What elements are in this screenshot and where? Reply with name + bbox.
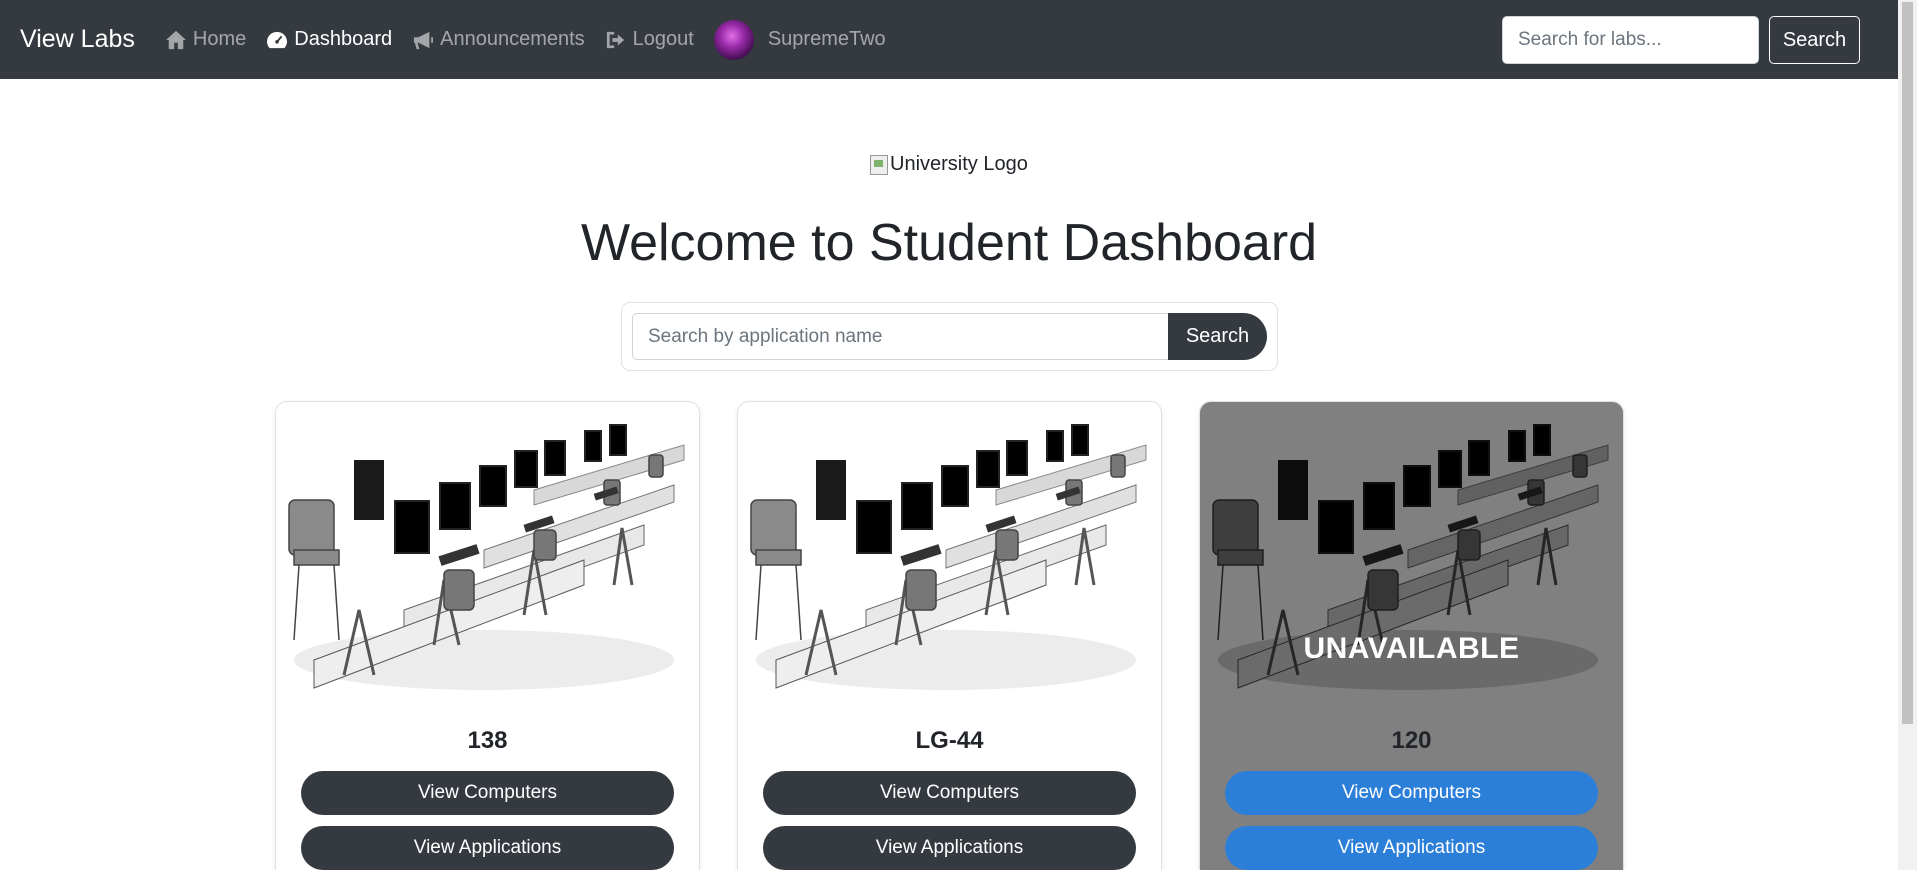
top-navbar: View Labs Home Dashboard Announcements L… bbox=[0, 0, 1898, 79]
lab-search-form: Search bbox=[1502, 16, 1860, 64]
home-icon bbox=[165, 30, 186, 49]
view-applications-button[interactable]: View Applications bbox=[301, 826, 674, 870]
brand-link[interactable]: View Labs bbox=[20, 25, 135, 54]
view-computers-button[interactable]: View Computers bbox=[1225, 771, 1598, 815]
dashboard-icon bbox=[267, 31, 288, 48]
page-scrollbar[interactable] bbox=[1898, 0, 1917, 870]
logo-alt-text: University Logo bbox=[890, 153, 1028, 175]
app-search-input[interactable] bbox=[632, 313, 1168, 360]
lab-name: 120 bbox=[1391, 727, 1432, 754]
lab-card-138: .c1 .scr{fill:#0a74e8} 138 View Computer… bbox=[275, 401, 700, 870]
lab-name: 138 bbox=[467, 727, 508, 754]
username[interactable]: SupremeTwo bbox=[768, 28, 886, 51]
nav-logout-label: Logout bbox=[632, 28, 694, 50]
app-search-form: Search bbox=[621, 302, 1278, 371]
nav-home-label: Home bbox=[192, 28, 247, 50]
lab-search-button[interactable]: Search bbox=[1769, 16, 1860, 64]
app-search-button[interactable]: Search bbox=[1168, 313, 1267, 360]
lab-name: LG-44 bbox=[915, 727, 984, 754]
lab-card-120: UNAVAILABLE 120 View Computers View Appl… bbox=[1199, 401, 1624, 870]
view-applications-button[interactable]: View Applications bbox=[1225, 826, 1598, 870]
broken-image-icon bbox=[870, 154, 888, 175]
scrollbar-thumb[interactable] bbox=[1902, 2, 1913, 724]
nav-announcements-label: Announcements bbox=[440, 28, 585, 50]
lab-image bbox=[749, 422, 1148, 692]
logout-icon bbox=[606, 31, 624, 48]
view-computers-button[interactable]: View Computers bbox=[763, 771, 1136, 815]
lab-image: .c1 .scr{fill:#0a74e8} bbox=[287, 422, 686, 692]
view-applications-button[interactable]: View Applications bbox=[763, 826, 1136, 870]
nav-logout[interactable]: Logout bbox=[605, 28, 694, 51]
nav-announcements[interactable]: Announcements bbox=[412, 28, 585, 51]
avatar[interactable] bbox=[713, 19, 754, 60]
view-computers-button[interactable]: View Computers bbox=[301, 771, 674, 815]
megaphone-icon bbox=[414, 31, 434, 49]
unavailable-label: UNAVAILABLE bbox=[1303, 632, 1520, 665]
nav-dashboard-label: Dashboard bbox=[294, 28, 393, 50]
page-title: Welcome to Student Dashboard bbox=[580, 214, 1318, 272]
university-logo: University Logo bbox=[870, 153, 1028, 176]
lab-card-lg-44: LG-44 View Computers View Applications bbox=[737, 401, 1162, 870]
lab-search-input[interactable] bbox=[1502, 16, 1759, 64]
nav-home[interactable]: Home bbox=[165, 28, 246, 51]
nav-dashboard[interactable]: Dashboard bbox=[266, 28, 392, 51]
